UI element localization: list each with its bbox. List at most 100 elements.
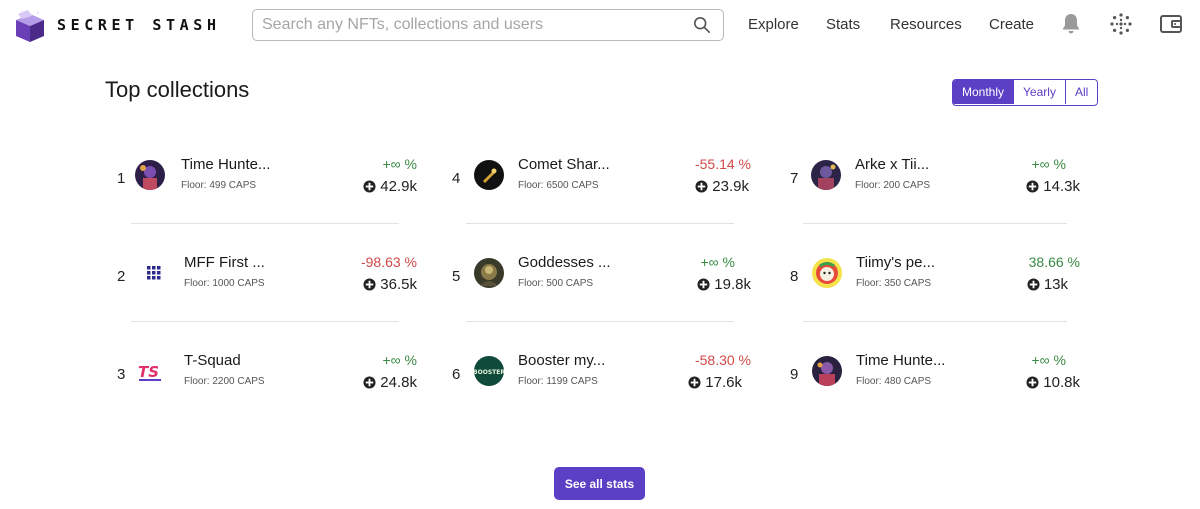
collection-change: +∞ % bbox=[382, 156, 418, 172]
collection-item[interactable]: 6 BOOSTER Booster my... Floor: 1199 CAPS… bbox=[452, 352, 751, 416]
collection-item[interactable]: 2 MFF First ... Floor: 1000 CAPS -98.63 … bbox=[117, 254, 417, 318]
collection-rank: 6 bbox=[452, 366, 461, 383]
divider bbox=[466, 321, 734, 322]
collection-item[interactable]: 3 TS T-Squad Floor: 2200 CAPS +∞ % 24.8k bbox=[117, 352, 417, 416]
collection-item[interactable]: 8 Tiimy's pe... Floor: 350 CAPS 38.66 % … bbox=[790, 254, 1080, 318]
collection-name[interactable]: Goddesses ... bbox=[518, 254, 611, 271]
collection-name[interactable]: MFF First ... bbox=[184, 254, 265, 271]
collection-volume: 10.8k bbox=[1026, 374, 1080, 391]
collection-name[interactable]: Tiimy's pe... bbox=[856, 254, 935, 271]
period-tabs: Monthly Yearly All bbox=[952, 79, 1099, 106]
collection-change: -58.30 % bbox=[694, 352, 751, 368]
collection-name[interactable]: Time Hunte... bbox=[181, 156, 270, 173]
collection-item[interactable]: 5 Goddesses ... Floor: 500 CAPS +∞ % 19.… bbox=[452, 254, 751, 318]
collection-name[interactable]: Arke x Tii... bbox=[855, 156, 929, 173]
theme-dots-icon[interactable] bbox=[1109, 12, 1133, 36]
collection-volume-value: 10.8k bbox=[1043, 374, 1080, 391]
see-all-stats-button[interactable]: See all stats bbox=[554, 467, 645, 500]
wallet-icon[interactable] bbox=[1159, 12, 1183, 36]
nav-stats[interactable]: Stats bbox=[826, 16, 860, 33]
collection-floor: Floor: 499 CAPS bbox=[181, 180, 257, 191]
collection-item[interactable]: 7 Arke x Tii... Floor: 200 CAPS +∞ % 14.… bbox=[790, 156, 1080, 220]
collection-change: 38.66 % bbox=[1028, 254, 1080, 270]
collection-avatar[interactable] bbox=[474, 258, 504, 288]
nav-explore[interactable]: Explore bbox=[748, 16, 799, 33]
collection-change: -98.63 % bbox=[360, 254, 417, 270]
collection-change: +∞ % bbox=[1031, 352, 1067, 368]
brand-wordmark[interactable]: SECRET STASH bbox=[57, 16, 221, 34]
caps-token-icon bbox=[688, 376, 701, 389]
collection-volume: 14.3k bbox=[1026, 178, 1080, 195]
collection-floor: Floor: 1000 CAPS bbox=[184, 278, 265, 289]
collection-avatar[interactable] bbox=[474, 160, 504, 190]
collection-volume: 24.8k bbox=[363, 374, 417, 391]
tab-all[interactable]: All bbox=[1064, 80, 1098, 104]
tab-yearly[interactable]: Yearly bbox=[1013, 80, 1065, 104]
collection-avatar[interactable] bbox=[135, 160, 165, 190]
svg-text:BOOSTER: BOOSTER bbox=[474, 369, 504, 376]
collection-volume: 19.8k bbox=[697, 276, 751, 293]
collection-volume-value: 24.8k bbox=[380, 374, 417, 391]
search-input[interactable] bbox=[262, 15, 682, 35]
collection-item[interactable]: 9 Time Hunte... Floor: 480 CAPS +∞ % 10.… bbox=[790, 352, 1080, 416]
collection-item[interactable]: 1 Time Hunte... Floor: 499 CAPS +∞ % 42.… bbox=[117, 156, 417, 220]
collection-floor: Floor: 500 CAPS bbox=[518, 278, 594, 289]
collection-volume: 36.5k bbox=[363, 276, 417, 293]
caps-token-icon bbox=[1026, 180, 1039, 193]
nav-create[interactable]: Create bbox=[989, 16, 1034, 33]
caps-token-icon bbox=[363, 278, 376, 291]
collection-volume-value: 42.9k bbox=[380, 178, 417, 195]
collection-rank: 2 bbox=[117, 268, 126, 285]
collection-rank: 3 bbox=[117, 366, 126, 383]
caps-token-icon bbox=[697, 278, 710, 291]
divider bbox=[803, 223, 1067, 224]
collection-name[interactable]: Time Hunte... bbox=[856, 352, 945, 369]
divider bbox=[131, 223, 399, 224]
collection-avatar[interactable] bbox=[147, 266, 161, 280]
collection-rank: 1 bbox=[117, 170, 126, 187]
svg-text:TS: TS bbox=[138, 363, 159, 381]
tab-monthly[interactable]: Monthly bbox=[953, 80, 1014, 104]
collection-name[interactable]: Booster my... bbox=[518, 352, 605, 369]
collection-rank: 7 bbox=[790, 170, 799, 187]
collection-rank: 8 bbox=[790, 268, 799, 285]
logo-icon[interactable] bbox=[12, 8, 48, 44]
caps-token-icon bbox=[363, 180, 376, 193]
caps-token-icon bbox=[363, 376, 376, 389]
collection-volume: 17.6k bbox=[688, 374, 742, 391]
collection-volume: 13k bbox=[1027, 276, 1068, 293]
bell-icon[interactable] bbox=[1059, 12, 1083, 36]
collection-avatar[interactable]: BOOSTER bbox=[474, 356, 504, 386]
collection-floor: Floor: 6500 CAPS bbox=[518, 180, 599, 191]
collection-volume: 23.9k bbox=[695, 178, 749, 195]
collection-floor: Floor: 350 CAPS bbox=[856, 278, 932, 289]
collection-avatar[interactable] bbox=[812, 356, 842, 386]
collection-change: +∞ % bbox=[700, 254, 736, 270]
collection-volume-value: 14.3k bbox=[1043, 178, 1080, 195]
collection-item[interactable]: 4 Comet Shar... Floor: 6500 CAPS -55.14 … bbox=[452, 156, 751, 220]
collection-rank: 4 bbox=[452, 170, 461, 187]
search-bar[interactable] bbox=[252, 9, 724, 41]
page-title: Top collections bbox=[105, 77, 250, 102]
collection-avatar[interactable]: TS bbox=[135, 356, 165, 386]
collection-avatar[interactable] bbox=[811, 160, 841, 190]
collection-volume-value: 23.9k bbox=[712, 178, 749, 195]
collection-name[interactable]: T-Squad bbox=[184, 352, 241, 369]
divider bbox=[131, 321, 399, 322]
collection-volume-value: 13k bbox=[1043, 276, 1068, 293]
collection-floor: Floor: 1199 CAPS bbox=[518, 376, 598, 387]
collection-rank: 5 bbox=[452, 268, 461, 285]
collection-change: +∞ % bbox=[1031, 156, 1067, 172]
collection-floor: Floor: 2200 CAPS bbox=[184, 376, 265, 387]
nav-resources[interactable]: Resources bbox=[890, 16, 962, 33]
divider bbox=[803, 321, 1067, 322]
collection-floor: Floor: 480 CAPS bbox=[856, 376, 932, 387]
search-icon[interactable] bbox=[693, 16, 711, 34]
top-header: SECRET STASH Explore Stats Resources Cre… bbox=[0, 0, 1200, 50]
caps-token-icon bbox=[1026, 376, 1039, 389]
collection-avatar[interactable] bbox=[812, 258, 842, 288]
caps-token-icon bbox=[1027, 278, 1040, 291]
collection-volume-value: 19.8k bbox=[714, 276, 751, 293]
collection-name[interactable]: Comet Shar... bbox=[518, 156, 610, 173]
collection-rank: 9 bbox=[790, 366, 799, 383]
